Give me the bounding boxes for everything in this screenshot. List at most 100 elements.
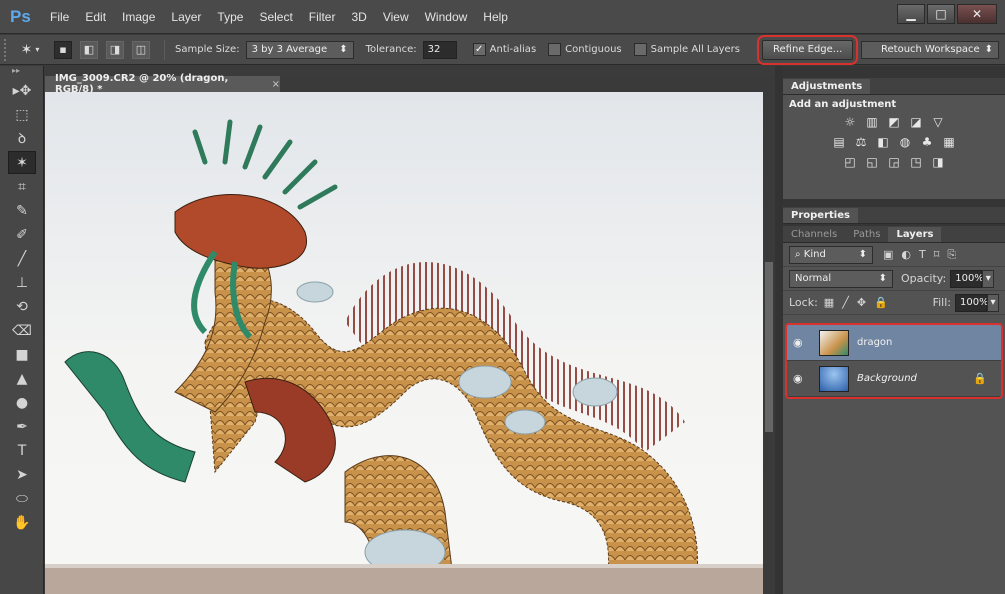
path-selection-icon[interactable]: ➤ bbox=[8, 463, 36, 486]
tolerance-input[interactable]: 32 bbox=[422, 40, 457, 59]
healing-brush-icon[interactable]: ✐ bbox=[8, 223, 36, 246]
fill-label: Fill: bbox=[932, 296, 951, 309]
filter-icon[interactable]: ⎘ bbox=[947, 248, 956, 262]
ellipse-icon[interactable]: ⬭ bbox=[8, 487, 36, 510]
select-arrows-icon: ⬍ bbox=[858, 249, 867, 260]
menu-window[interactable]: Window bbox=[417, 10, 476, 24]
opacity-input[interactable]: 100% bbox=[950, 269, 984, 288]
opacity-dropdown[interactable]: ▾ bbox=[982, 269, 995, 288]
lock-option-icon[interactable]: ▦ bbox=[824, 296, 834, 309]
adjustment-icon[interactable]: ◲ bbox=[886, 154, 902, 170]
adjustment-icon[interactable]: ◨ bbox=[930, 154, 946, 170]
adjustment-icon[interactable]: ◧ bbox=[875, 134, 891, 150]
history-brush-icon[interactable]: ⟲ bbox=[8, 295, 36, 318]
adjustment-icon[interactable]: ⚖ bbox=[853, 134, 869, 150]
filter-icon[interactable]: ⌑ bbox=[934, 248, 940, 262]
document-tab-bar: IMG_3009.CR2 @ 20% (dragon, RGB/8) * × bbox=[45, 73, 781, 95]
scrollbar-thumb[interactable] bbox=[765, 262, 773, 432]
blend-mode-select[interactable]: Normal ⬍ bbox=[789, 269, 893, 288]
filter-icon[interactable]: ▣ bbox=[883, 248, 893, 262]
adjustment-icon[interactable]: ☼ bbox=[842, 114, 858, 130]
layer-row-dragon[interactable]: ◉ dragon bbox=[787, 325, 1001, 361]
menu-3d[interactable]: 3D bbox=[343, 10, 374, 24]
document-tab[interactable]: IMG_3009.CR2 @ 20% (dragon, RGB/8) * × bbox=[45, 73, 280, 95]
sample-all-layers-checkbox[interactable] bbox=[633, 43, 647, 56]
adjustment-icon[interactable]: ▤ bbox=[831, 134, 847, 150]
menu-type[interactable]: Type bbox=[209, 10, 251, 24]
adjustment-icon[interactable]: ◳ bbox=[908, 154, 924, 170]
sample-all-layers-option[interactable]: Sample All Layers bbox=[633, 43, 740, 56]
anti-alias-checkbox[interactable]: ✓ bbox=[472, 43, 486, 56]
tab-layers[interactable]: Layers bbox=[888, 227, 942, 242]
adjustment-icon[interactable]: ◪ bbox=[908, 114, 924, 130]
filter-icon[interactable]: T bbox=[919, 248, 926, 262]
menu-help[interactable]: Help bbox=[475, 10, 516, 24]
canvas-vertical-scrollbar[interactable] bbox=[763, 92, 775, 594]
menu-layer[interactable]: Layer bbox=[163, 10, 209, 24]
lock-option-icon[interactable]: ╱ bbox=[842, 296, 849, 309]
eye-icon[interactable]: ◉ bbox=[793, 336, 813, 349]
eyedropper-icon[interactable]: ✎ bbox=[8, 199, 36, 222]
lasso-icon[interactable]: ꝺ bbox=[8, 127, 36, 150]
anti-alias-option[interactable]: ✓ Anti-alias bbox=[472, 43, 536, 56]
adjustment-icon[interactable]: ◍ bbox=[897, 134, 913, 150]
brush-icon[interactable]: ╱ bbox=[8, 247, 36, 270]
fill-input[interactable]: 100% bbox=[955, 293, 989, 312]
gradient-icon[interactable]: ■ bbox=[8, 343, 36, 366]
menu-image[interactable]: Image bbox=[114, 10, 163, 24]
eraser-icon[interactable]: ⌫ bbox=[8, 319, 36, 342]
tab-paths[interactable]: Paths bbox=[845, 227, 888, 242]
refine-edge-button[interactable]: Refine Edge... bbox=[756, 34, 859, 65]
tab-adjustments[interactable]: Adjustments bbox=[783, 79, 871, 94]
lock-option-icon[interactable]: 🔒 bbox=[874, 296, 888, 309]
adjustment-icon[interactable]: ◩ bbox=[886, 114, 902, 130]
minimize-button[interactable]: ▁ bbox=[897, 4, 925, 24]
layer-name[interactable]: dragon bbox=[857, 337, 892, 348]
maximize-button[interactable]: □ bbox=[927, 4, 955, 24]
adjustment-icon[interactable]: ▽ bbox=[930, 114, 946, 130]
contiguous-checkbox[interactable] bbox=[548, 43, 562, 56]
close-button[interactable]: ✕ bbox=[957, 4, 997, 24]
adjustment-icon[interactable]: ▥ bbox=[864, 114, 880, 130]
contiguous-option[interactable]: Contiguous bbox=[548, 43, 622, 56]
intersect-selection-button[interactable]: ◫ bbox=[132, 40, 150, 59]
layer-row-background[interactable]: ◉ Background 🔒 bbox=[787, 361, 1001, 397]
layer-kind-select[interactable]: ⌕ Kind ⬍ bbox=[789, 245, 873, 264]
filter-icon[interactable]: ◐ bbox=[901, 248, 911, 262]
hand-icon[interactable]: ✋ bbox=[8, 511, 36, 534]
marquee-icon[interactable]: ⬚ bbox=[8, 103, 36, 126]
blur-icon[interactable]: ▲ bbox=[8, 367, 36, 390]
pen-icon[interactable]: ✒ bbox=[8, 415, 36, 438]
menu-view[interactable]: View bbox=[375, 10, 417, 24]
close-document-icon[interactable]: × bbox=[272, 79, 280, 90]
clone-stamp-icon[interactable]: ⊥ bbox=[8, 271, 36, 294]
type-icon[interactable]: T bbox=[8, 439, 36, 462]
move-icon[interactable]: ▸✥ bbox=[8, 79, 36, 102]
document-canvas[interactable] bbox=[45, 92, 763, 594]
menu-file[interactable]: File bbox=[42, 10, 77, 24]
adjustment-icon[interactable]: ◰ bbox=[842, 154, 858, 170]
fill-dropdown[interactable]: ▾ bbox=[987, 293, 999, 312]
adjustment-icon[interactable]: ♣ bbox=[919, 134, 935, 150]
new-selection-button[interactable]: ▪ bbox=[54, 40, 72, 59]
dodge-icon[interactable]: ● bbox=[8, 391, 36, 414]
lock-option-icon[interactable]: ✥ bbox=[857, 296, 866, 309]
workspace-select[interactable]: Retouch Workspace ⬍ bbox=[861, 40, 999, 59]
adjustment-icon[interactable]: ◱ bbox=[864, 154, 880, 170]
crop-icon[interactable]: ⌗ bbox=[8, 175, 36, 198]
subtract-from-selection-button[interactable]: ◨ bbox=[106, 40, 124, 59]
sample-size-select[interactable]: 3 by 3 Average ⬍ bbox=[245, 40, 354, 59]
layer-name[interactable]: Background bbox=[857, 373, 917, 384]
tab-channels[interactable]: Channels bbox=[783, 227, 845, 242]
menu-edit[interactable]: Edit bbox=[77, 10, 114, 24]
toolbar-collapse-icon[interactable]: ▸▸ bbox=[0, 66, 43, 78]
tool-preset-picker[interactable]: ✶ ▾ bbox=[10, 39, 50, 61]
magic-wand-icon[interactable]: ✶ bbox=[8, 151, 36, 174]
eye-icon[interactable]: ◉ bbox=[793, 372, 813, 385]
menu-filter[interactable]: Filter bbox=[301, 10, 344, 24]
adjustments-title: Add an adjustment bbox=[789, 99, 897, 110]
adjustment-icon[interactable]: ▦ bbox=[941, 134, 957, 150]
tab-properties[interactable]: Properties bbox=[783, 208, 858, 223]
menu-select[interactable]: Select bbox=[251, 10, 300, 24]
add-to-selection-button[interactable]: ◧ bbox=[80, 40, 98, 59]
